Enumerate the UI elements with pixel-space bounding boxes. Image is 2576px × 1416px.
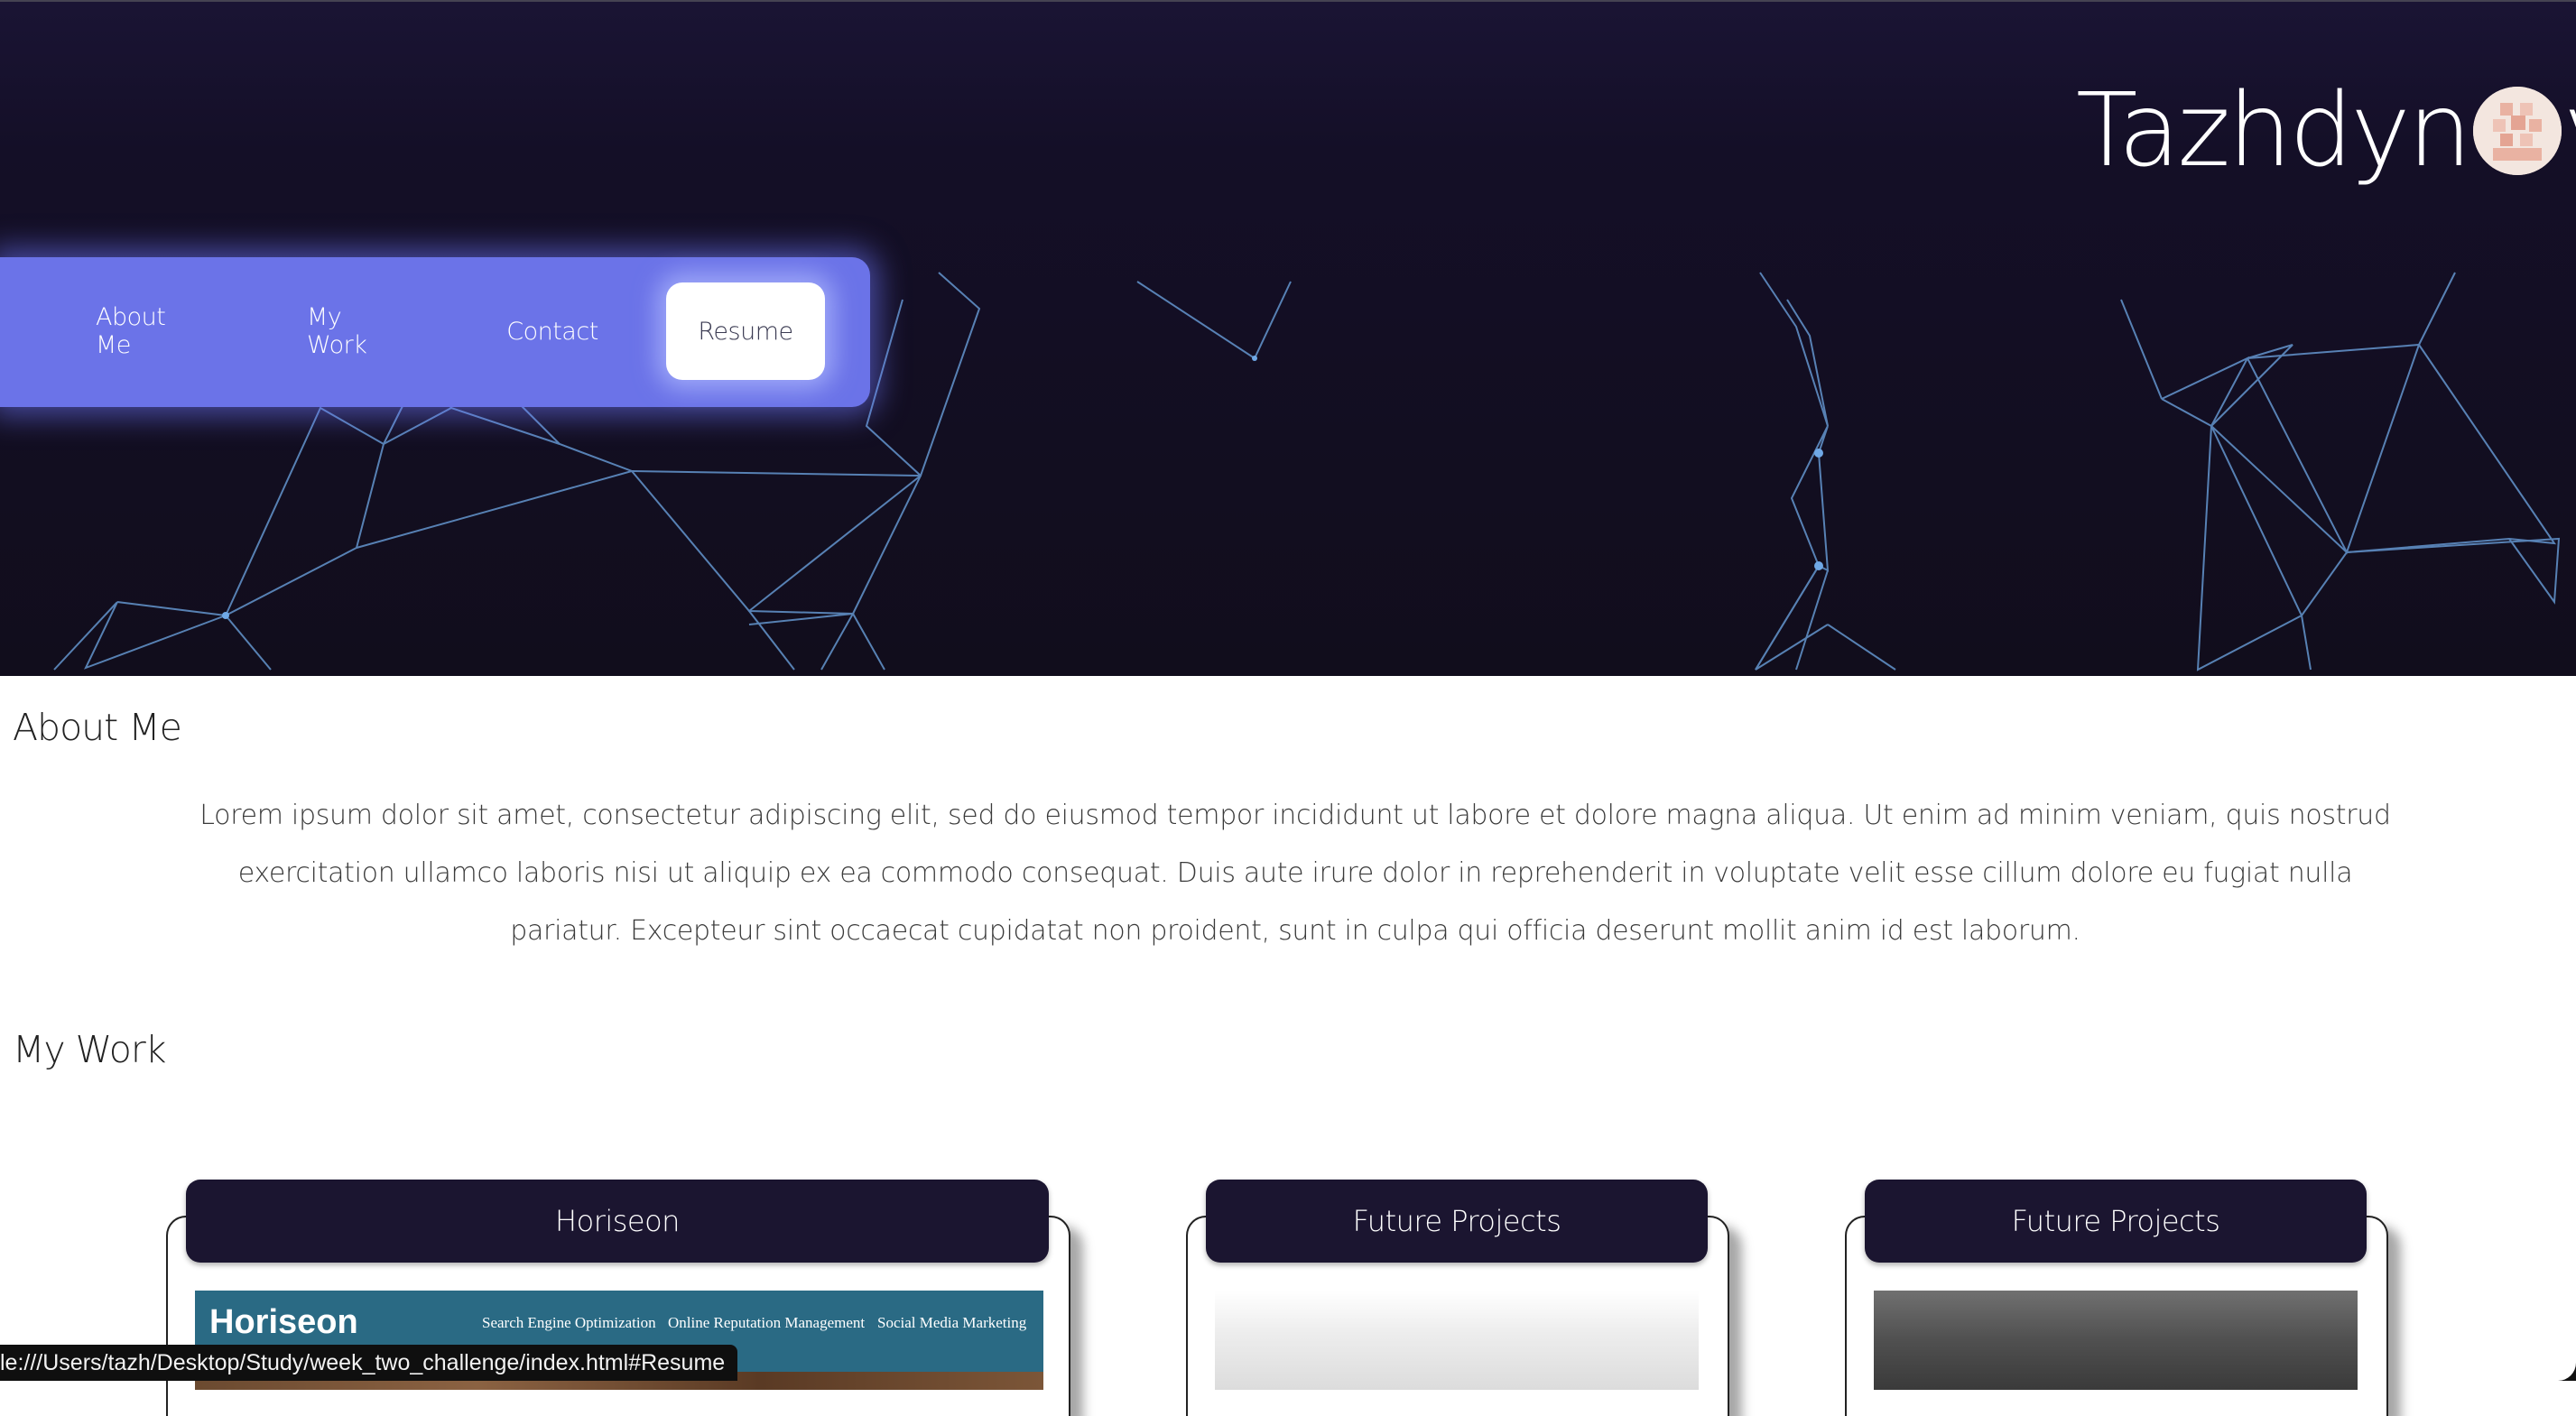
hero-banner: Tazhdyn v About Me My Work Contact Resum… xyxy=(0,0,2576,676)
project-preview-image[interactable] xyxy=(1874,1291,2358,1390)
main-nav: About Me My Work Contact Resume xyxy=(0,257,870,407)
about-text: Lorem ipsum dolor sit amet, consectetur … xyxy=(199,800,2391,947)
preview-nav-item: Search Engine Optimization xyxy=(482,1314,656,1331)
nav-about-me[interactable]: About Me xyxy=(96,282,202,380)
brand-name-start: Tazhdyn xyxy=(2076,72,2472,190)
avatar xyxy=(2472,87,2562,175)
nav-contact[interactable]: Contact xyxy=(506,282,598,380)
window-corner xyxy=(2558,1363,2576,1381)
nav-my-work[interactable]: My Work xyxy=(307,282,404,380)
preview-nav-item: Social Media Marketing xyxy=(877,1314,1027,1331)
project-card-title[interactable]: Future Projects xyxy=(1865,1180,2367,1263)
work-title: My Work xyxy=(13,1028,166,1071)
nav-resume[interactable]: Resume xyxy=(666,282,825,380)
project-card-title[interactable]: Horiseon xyxy=(186,1180,1049,1263)
brand-logo[interactable]: Tazhdyn v xyxy=(2076,72,2576,190)
project-preview-image[interactable] xyxy=(1215,1291,1699,1390)
about-title: About Me xyxy=(13,706,182,749)
link-preview-status-bar: le:///Users/tazh/Desktop/Study/week_two_… xyxy=(0,1345,738,1381)
brand-name-end: v xyxy=(2563,72,2576,190)
project-card-title[interactable]: Future Projects xyxy=(1206,1180,1708,1263)
preview-logo: Horiseon xyxy=(209,1303,358,1341)
preview-nav-item: Online Reputation Management xyxy=(668,1314,866,1331)
